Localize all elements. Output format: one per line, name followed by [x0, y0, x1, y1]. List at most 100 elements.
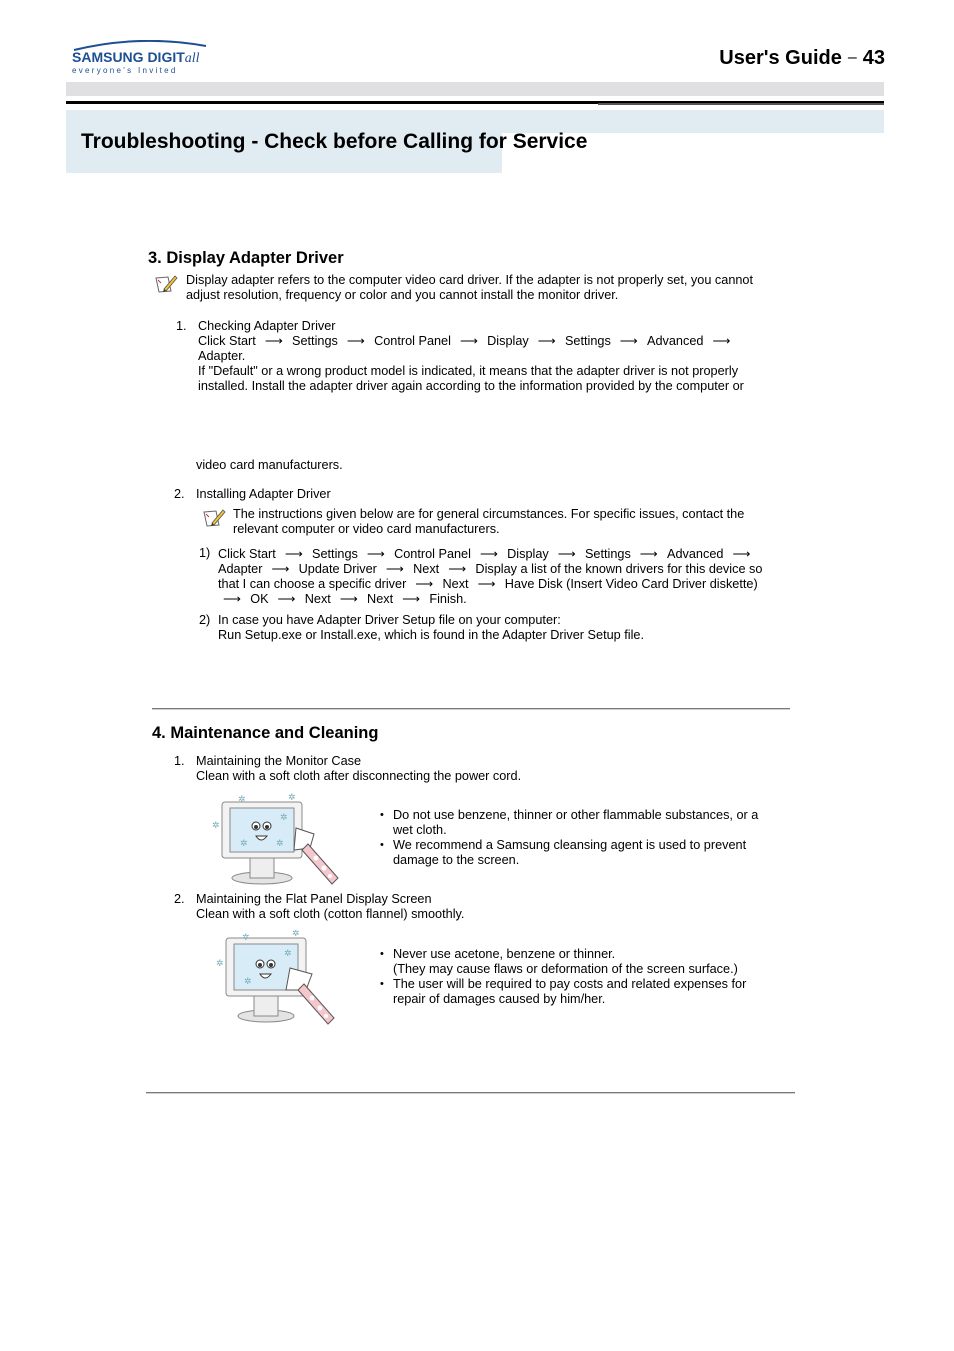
path-step: Finish.: [429, 592, 467, 606]
bullet-item: We recommend a Samsung cleansing agent i…: [379, 838, 779, 868]
item-number: 1.: [174, 754, 185, 768]
item-title: Installing Adapter Driver: [196, 487, 331, 501]
path-step: Next: [442, 577, 469, 591]
arrow-right-icon: ⟶: [264, 334, 284, 348]
bullet-item: Never use acetone, benzene or thinner.(T…: [379, 947, 779, 977]
arrow-right-icon: ⟶: [448, 562, 467, 576]
screen-warnings: Never use acetone, benzene or thinner.(T…: [379, 947, 779, 1007]
item-number: 2.: [174, 892, 185, 906]
path-step: Advanced: [667, 547, 724, 561]
path-step: Settings: [564, 334, 611, 348]
svg-text:✲: ✲: [238, 794, 246, 804]
path-step: Display a list of the known drivers for …: [475, 562, 763, 576]
svg-text:✲: ✲: [276, 838, 284, 848]
path-step: Advanced: [647, 334, 704, 348]
bullet-line: The user will be required to pay costs a…: [393, 977, 747, 991]
item-subtitle: Clean with a soft cloth (cotton flannel)…: [196, 907, 465, 921]
arrow-right-icon: ⟶: [732, 547, 751, 561]
arrow-right-icon: ⟶: [557, 547, 576, 561]
arrow-right-icon: ⟶: [479, 547, 499, 561]
path-step: Control Panel: [374, 334, 451, 348]
section-divider: [152, 708, 790, 710]
arrow-right-icon: ⟶: [223, 592, 242, 606]
menu-path: Adapter ⟶ Update Driver ⟶ Next ⟶ Display a lis…: [218, 562, 762, 577]
guide-label: User's Guide: [719, 47, 842, 69]
note-pencil-icon: [203, 508, 227, 528]
arrow-right-icon: ⟶: [402, 592, 421, 606]
svg-text:✲: ✲: [240, 838, 248, 848]
menu-path: Click Start ⟶ Settings ⟶ Control Panel ⟶ Displ…: [218, 547, 762, 562]
maintain-screen: Maintaining the Flat Panel Display Scree…: [196, 892, 464, 922]
item-number: 1.: [176, 319, 187, 333]
install-step-2: In case you have Adapter Driver Setup fi…: [218, 613, 644, 643]
svg-text:✲: ✲: [284, 948, 292, 958]
path-step: that I can choose a specific driver: [218, 577, 407, 591]
header-gray-band: [66, 82, 884, 96]
install-note: The instructions given below are for gen…: [233, 507, 744, 537]
arrow-right-icon: ⟶: [619, 334, 638, 348]
separator: –: [847, 49, 857, 66]
arrow-right-icon: ⟶: [385, 562, 405, 576]
arrow-right-icon: ⟶: [346, 334, 366, 348]
arrow-right-icon: ⟶: [712, 334, 731, 348]
path-step: Adapter: [218, 562, 263, 576]
arrow-right-icon: ⟶: [639, 547, 658, 561]
item-subtitle: Clean with a soft cloth after disconnect…: [196, 769, 522, 783]
arrow-right-icon: ⟶: [415, 577, 434, 591]
footer-divider: [146, 1092, 795, 1094]
path-step: Click Start: [198, 334, 256, 348]
checking-adapter-driver: Checking Adapter Driver Click Start ⟶ Sett…: [198, 319, 744, 394]
note-line: relevant computer or video card manufact…: [233, 522, 500, 536]
path-step: Click Start: [218, 547, 276, 561]
menu-path: Click Start ⟶ Settings ⟶ Control Panel ⟶ Displ…: [198, 334, 744, 349]
svg-text:✲: ✲: [212, 820, 220, 830]
note-line: The instructions given below are for gen…: [233, 507, 745, 521]
bullet-item: Do not use benzene, thinner or other fla…: [379, 808, 779, 838]
samsung-logo: SAMSUNG DIGITall everyone's Invited: [70, 40, 210, 76]
svg-text:✲: ✲: [292, 930, 300, 938]
menu-path: that I can choose a specific driver ⟶ Next…: [218, 577, 762, 592]
note-pencil-icon: [155, 274, 179, 294]
arrow-right-icon: ⟶: [339, 592, 359, 606]
bullet-line: Do not use benzene, thinner or other fla…: [393, 808, 759, 822]
bullet-line: (They may cause flaws or deformation of …: [393, 962, 738, 976]
arrow-right-icon: ⟶: [459, 334, 479, 348]
monitor-cleaning-illustration: ✲ ✲ ✲ ✲ ✲ ✲: [210, 792, 340, 888]
bullet-item: The user will be required to pay costs a…: [379, 977, 779, 1007]
svg-text:✲: ✲: [242, 932, 250, 942]
item-title: Maintaining the Monitor Case: [196, 754, 362, 768]
guide-page-label: User's Guide –43: [719, 47, 885, 70]
page-title: Troubleshooting - Check before Calling f…: [81, 130, 588, 153]
bullet-line: wet cloth.: [393, 823, 447, 837]
note-line: adjust resolution, frequency or color an…: [186, 288, 619, 302]
arrow-right-icon: ⟶: [284, 547, 304, 561]
bullet-line: damage to the screen.: [393, 853, 520, 867]
arrow-right-icon: ⟶: [537, 334, 556, 348]
item-title: Checking Adapter Driver: [198, 319, 336, 333]
case-warnings: Do not use benzene, thinner or other fla…: [379, 808, 779, 868]
path-step: Update Driver: [298, 562, 377, 576]
arrow-right-icon: ⟶: [277, 592, 296, 606]
path-step: Next: [413, 562, 440, 576]
section-heading-display-adapter: 3. Display Adapter Driver: [148, 249, 344, 267]
path-step: Settings: [312, 547, 358, 561]
header-rule-shadow: [598, 103, 884, 105]
note-line: Display adapter refers to the computer v…: [186, 273, 754, 287]
path-step: Control Panel: [394, 547, 471, 561]
item-text-line: If "Default" or a wrong product model is…: [198, 364, 739, 378]
path-step: Next: [304, 592, 331, 606]
screen-cleaning-illustration: ✲ ✲ ✲ ✲ ✲: [214, 928, 344, 1026]
svg-text:✲: ✲: [216, 958, 224, 968]
item-title: Maintaining the Flat Panel Display Scree…: [196, 892, 432, 906]
adapter-note: Display adapter refers to the computer v…: [186, 273, 753, 303]
svg-text:✲: ✲: [288, 792, 296, 802]
step-text-line: Run Setup.exe or Install.exe, which is f…: [218, 628, 644, 642]
arrow-right-icon: ⟶: [477, 577, 496, 591]
bullet-line: Never use acetone, benzene or thinner.: [393, 947, 616, 961]
svg-text:✲: ✲: [280, 812, 288, 822]
item-text-line: installed. Install the adapter driver ag…: [198, 379, 744, 393]
path-step: Display: [507, 547, 549, 561]
path-step: Have Disk (Insert Video Card Driver disk…: [504, 577, 758, 591]
path-step: Display: [487, 334, 529, 348]
install-step-1: Click Start ⟶ Settings ⟶ Control Panel ⟶ Displ…: [218, 547, 762, 607]
